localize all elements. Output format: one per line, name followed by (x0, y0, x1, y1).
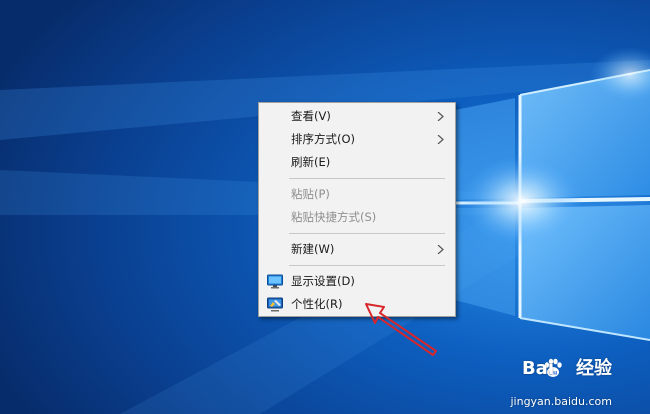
baidu-watermark: Bai 经验 (520, 354, 612, 380)
watermark-site: jingyan.baidu.com (510, 395, 612, 408)
watermark-brand: Bai (521, 358, 554, 379)
watermark-brand-suffix: 经验 (576, 358, 612, 379)
annotation-arrow (365, 303, 437, 356)
